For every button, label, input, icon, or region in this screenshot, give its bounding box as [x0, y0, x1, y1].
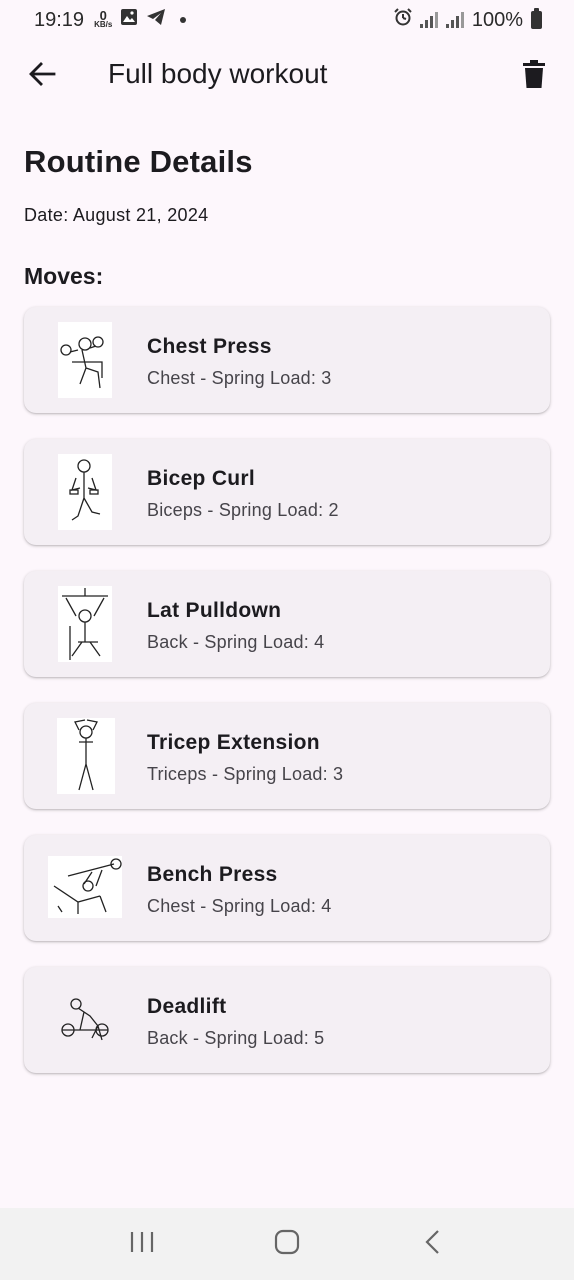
system-nav-bar: [0, 1208, 574, 1280]
move-name: Tricep Extension: [147, 731, 320, 754]
status-bar: 19:19 0 KB/s 100%: [0, 0, 574, 40]
nav-back-button[interactable]: [402, 1214, 462, 1274]
recent-apps-icon: [129, 1230, 155, 1259]
move-card-bench-press[interactable]: Bench Press Chest - Spring Load: 4: [24, 835, 550, 941]
move-name: Bench Press: [147, 863, 278, 886]
signal-icon: [419, 12, 438, 28]
lat-pulldown-illustration: [58, 586, 112, 662]
bicep-curl-illustration: [58, 454, 112, 530]
move-detail: Triceps - Spring Load: 3: [147, 764, 344, 784]
move-detail: Biceps - Spring Load: 2: [147, 500, 339, 520]
move-detail: Chest - Spring Load: 3: [147, 368, 332, 388]
trash-icon: [523, 59, 545, 93]
routine-date: Date: August 21, 2024: [24, 205, 209, 225]
tricep-extension-illustration: [57, 718, 115, 794]
move-card-lat-pulldown[interactable]: Lat Pulldown Back - Spring Load: 4: [24, 571, 550, 677]
battery-icon: [531, 8, 542, 29]
page-heading: Routine Details: [24, 144, 253, 179]
deadlift-illustration: [58, 982, 112, 1058]
chest-press-illustration: [58, 322, 112, 398]
move-card-chest-press[interactable]: Chest Press Chest - Spring Load: 3: [24, 307, 550, 413]
home-icon: [274, 1229, 300, 1260]
app-bar: Full body workout: [0, 40, 574, 112]
battery-percent: 100%: [471, 8, 523, 31]
back-icon: [424, 1229, 440, 1260]
status-left: 19:19 0 KB/s: [34, 8, 187, 32]
move-name: Bicep Curl: [147, 467, 256, 490]
net-speed-unit: KB/s: [94, 20, 113, 29]
recent-apps-button[interactable]: [112, 1214, 172, 1274]
alarm-icon: [394, 8, 412, 32]
status-right: 100%: [394, 8, 542, 32]
bench-press-illustration: [48, 856, 122, 918]
move-card-deadlift[interactable]: Deadlift Back - Spring Load: 5: [24, 967, 550, 1073]
move-name: Lat Pulldown: [147, 599, 282, 622]
notification-dot: [180, 17, 187, 23]
status-time: 19:19: [34, 8, 85, 31]
moves-section-label: Moves:: [24, 263, 104, 289]
move-name: Deadlift: [147, 995, 227, 1018]
net-speed-indicator: 0 KB/s: [94, 8, 113, 29]
move-detail: Back - Spring Load: 5: [147, 1028, 325, 1048]
net-speed-value: 0: [99, 8, 107, 23]
delete-routine-button[interactable]: [514, 56, 554, 96]
move-card-bicep-curl[interactable]: Bicep Curl Biceps - Spring Load: 2: [24, 439, 550, 545]
move-detail: Chest - Spring Load: 4: [147, 896, 332, 916]
gallery-icon: [120, 8, 138, 32]
move-card-tricep-extension[interactable]: Tricep Extension Triceps - Spring Load: …: [24, 703, 550, 809]
telegram-icon: [146, 8, 166, 32]
moves-list: Chest Press Chest - Spring Load: 3 Bicep…: [24, 307, 550, 1099]
move-name: Chest Press: [147, 335, 272, 358]
arrow-back-icon: [28, 60, 56, 93]
app-bar-title: Full body workout: [108, 58, 328, 89]
home-button[interactable]: [257, 1214, 317, 1274]
signal-icon: [445, 12, 464, 28]
back-button[interactable]: [22, 56, 62, 96]
move-detail: Back - Spring Load: 4: [147, 632, 325, 652]
